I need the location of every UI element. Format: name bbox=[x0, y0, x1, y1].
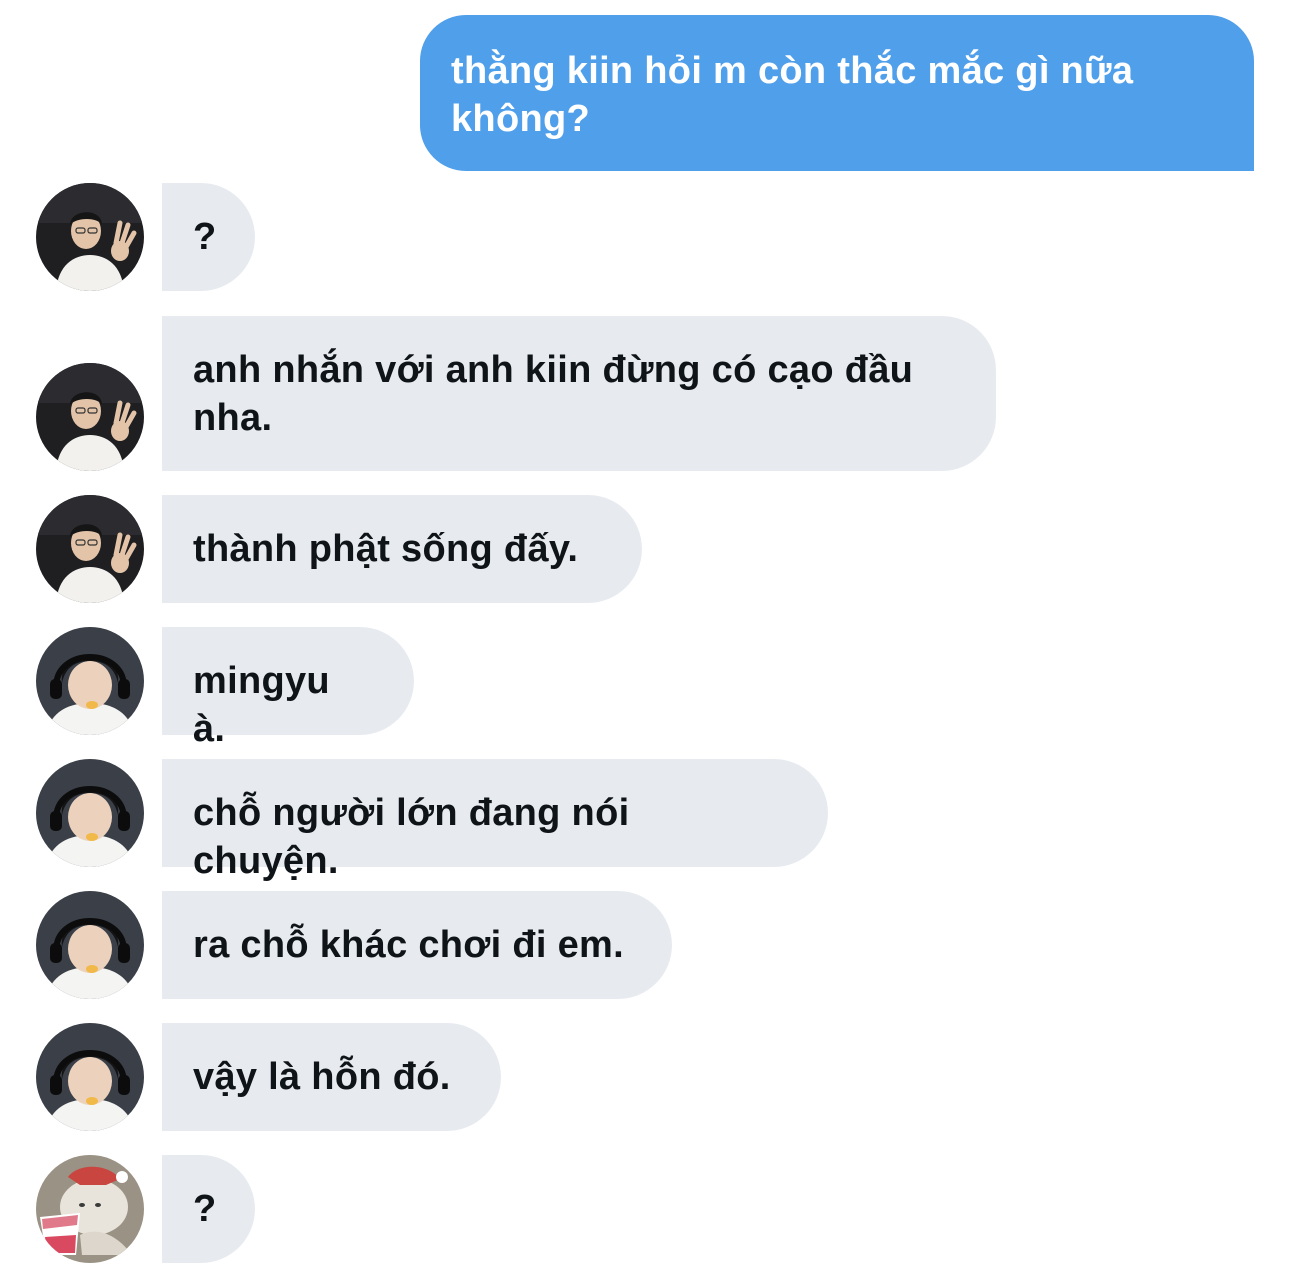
avatar-bear-icecream[interactable] bbox=[36, 1155, 144, 1263]
avatar-boy-headset[interactable] bbox=[36, 627, 144, 735]
person-headset-avatar-icon bbox=[36, 1023, 144, 1131]
sent-message-text: thằng kiin hỏi m còn thắc mắc gì nữa khô… bbox=[451, 50, 1134, 140]
received-message-bubble[interactable]: ? bbox=[162, 183, 255, 291]
received-message-bubble[interactable]: vậy là hỗn đó. bbox=[162, 1023, 501, 1131]
received-message-text: mingyu à. bbox=[193, 660, 330, 750]
avatar-man-glasses[interactable] bbox=[36, 495, 144, 603]
person-avatar-icon bbox=[36, 363, 144, 471]
received-message-bubble[interactable]: mingyu à. bbox=[162, 627, 414, 750]
received-message-text: anh nhắn với anh kiin đừng có cạo đầu nh… bbox=[193, 349, 914, 439]
received-message-bubble[interactable]: ? bbox=[162, 1155, 255, 1263]
person-headset-avatar-icon bbox=[36, 891, 144, 999]
person-headset-avatar-icon bbox=[36, 627, 144, 735]
received-message-text: ? bbox=[193, 1188, 217, 1230]
person-headset-avatar-icon bbox=[36, 759, 144, 867]
avatar-man-glasses[interactable] bbox=[36, 183, 144, 291]
received-message-bubble[interactable]: anh nhắn với anh kiin đừng có cạo đầu nh… bbox=[162, 316, 996, 471]
received-message-bubble[interactable]: thành phật sống đấy. bbox=[162, 495, 642, 603]
person-avatar-icon bbox=[36, 495, 144, 603]
person-avatar-icon bbox=[36, 183, 144, 291]
received-message-bubble[interactable]: ra chỗ khác chơi đi em. bbox=[162, 891, 672, 999]
received-message-text: ra chỗ khác chơi đi em. bbox=[193, 924, 624, 966]
avatar-man-glasses[interactable] bbox=[36, 363, 144, 471]
avatar-boy-headset[interactable] bbox=[36, 1023, 144, 1131]
sent-message-bubble[interactable]: thằng kiin hỏi m còn thắc mắc gì nữa khô… bbox=[420, 15, 1254, 171]
received-message-text: vậy là hỗn đó. bbox=[193, 1056, 451, 1098]
avatar-boy-headset[interactable] bbox=[36, 891, 144, 999]
bear-icecream-avatar-icon bbox=[36, 1155, 144, 1263]
avatar-boy-headset[interactable] bbox=[36, 759, 144, 867]
received-message-text: chỗ người lớn đang nói chuyện. bbox=[193, 792, 630, 882]
received-message-text: ? bbox=[193, 216, 217, 258]
received-message-bubble[interactable]: chỗ người lớn đang nói chuyện. bbox=[162, 759, 828, 882]
received-message-text: thành phật sống đấy. bbox=[193, 528, 579, 570]
